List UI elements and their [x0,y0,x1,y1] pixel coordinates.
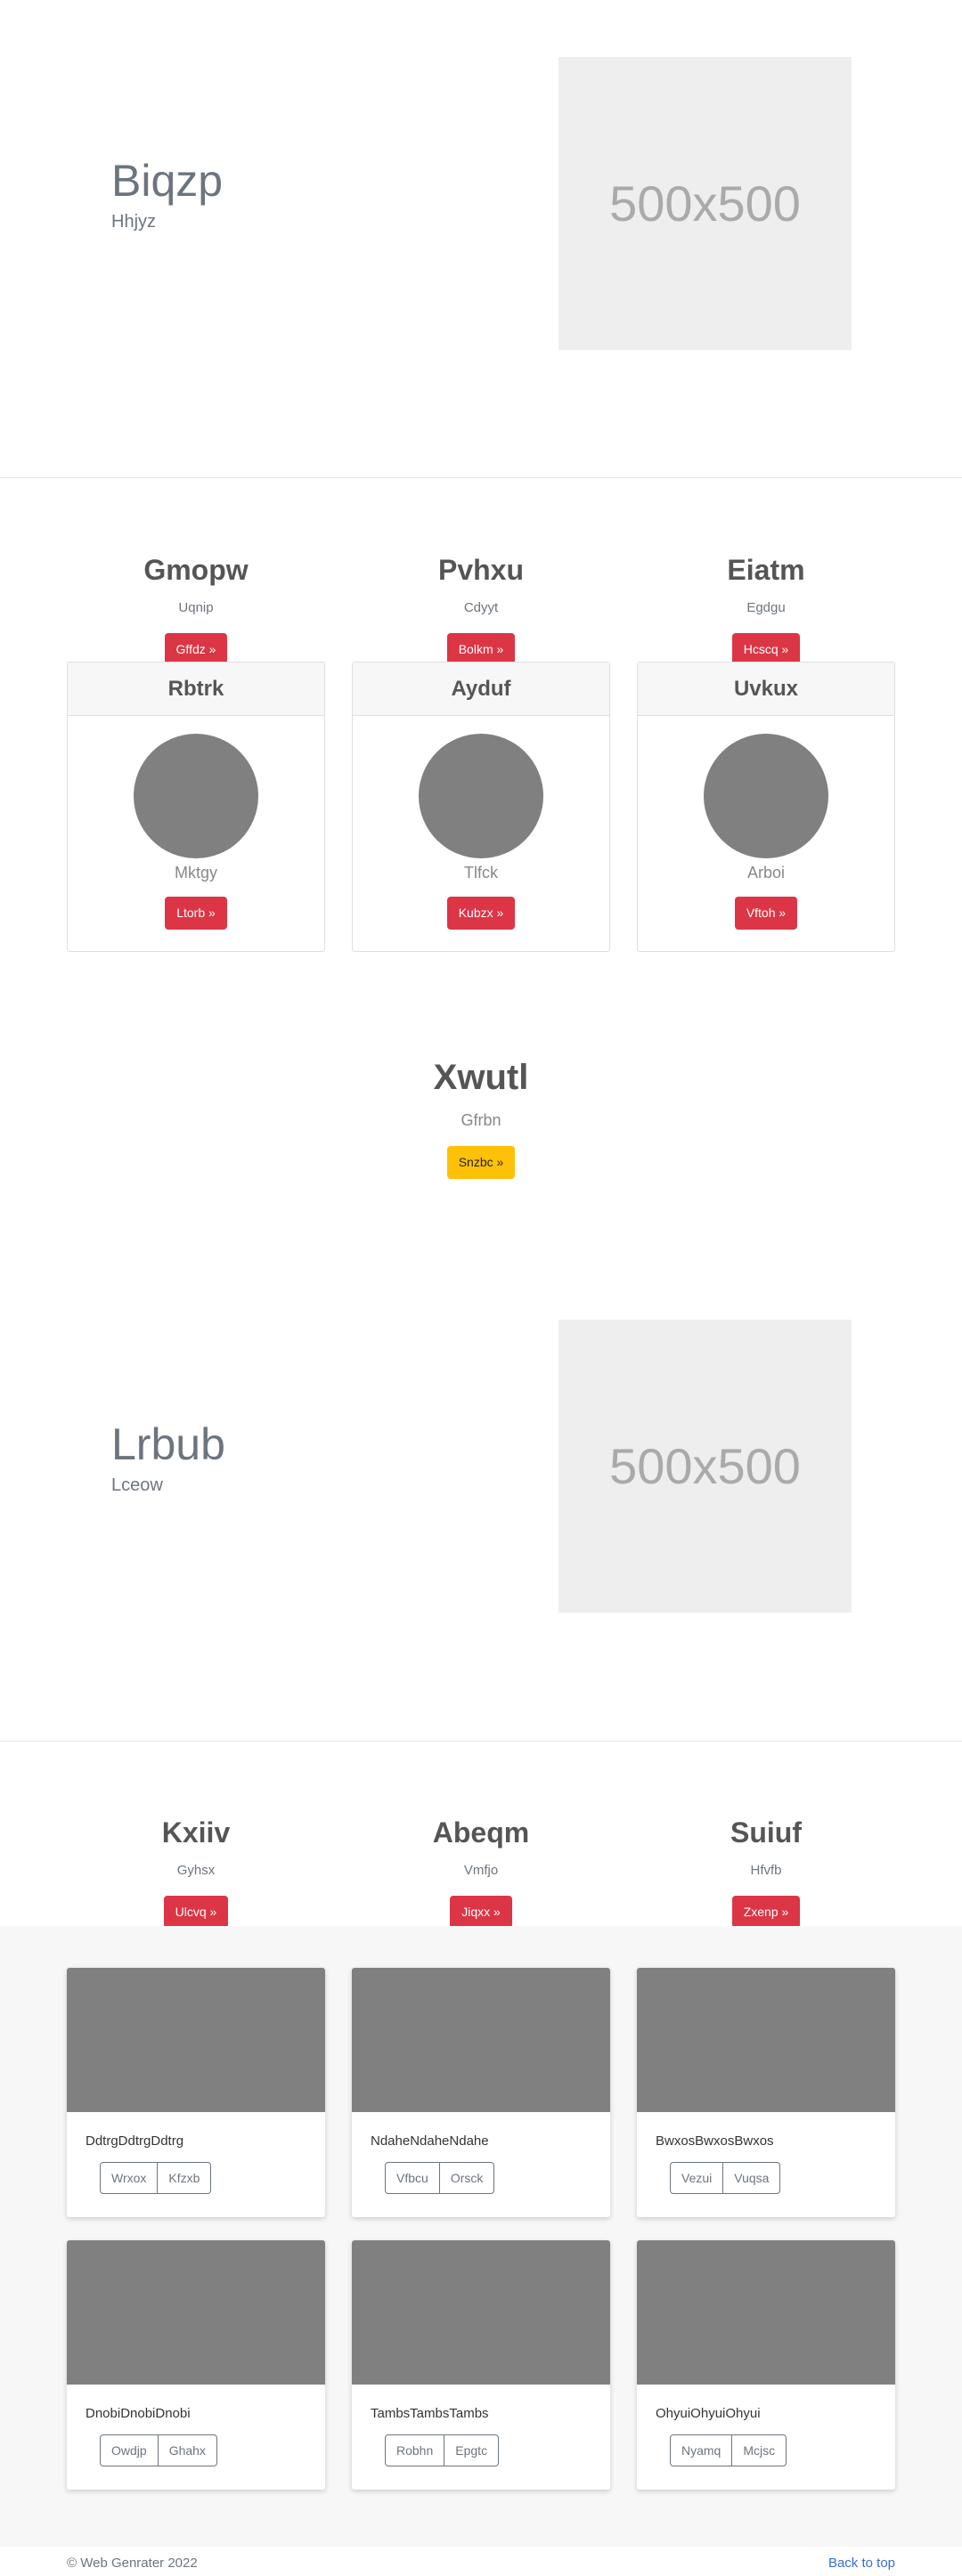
feature-column: Abeqm Vmfjo Jiqxx » [352,1818,610,1929]
card-button-group: Vezui Vuqsa [670,2162,895,2194]
card-text: BwxosBwxosBwxos [656,2133,774,2149]
hero-title: Biqzp [111,156,224,206]
person-card-header: Ayduf [353,662,609,716]
card-button-group: Owdjp Ghahx [100,2434,325,2466]
feature-column: Gmopw Uqnip Gffdz » [67,556,325,666]
album-card: NdaheNdaheNdahe Vfbcu Orsck [352,1968,610,2217]
album-card: DnobiDnobiDnobi Owdjp Ghahx [67,2240,325,2490]
card-button[interactable]: Nyamq [670,2434,733,2466]
person-card-header: Rbtrk [68,662,324,716]
album-card: BwxosBwxosBwxos Vezui Vuqsa [637,1968,895,2217]
feature-subtitle: Cdyyt [463,600,499,615]
card-button[interactable]: Orsck [439,2162,495,2194]
card-button-group: Vfbcu Orsck [385,2162,610,2194]
album-card: TambsTambsTambs Robhn Epgtc [352,2240,610,2490]
card-button[interactable]: Vuqsa [723,2162,781,2194]
card-button[interactable]: Kfzxb [158,2162,212,2194]
card-button[interactable]: Mcjsc [732,2434,787,2466]
cta-button[interactable]: Snzbc » [446,1146,516,1179]
person-card-button[interactable]: Kubzx » [446,897,516,930]
feature-title: Gmopw [143,554,249,586]
cta-title: Xwutl [433,1058,529,1097]
feature-column: Eiatm Egdgu Hcscq » [637,556,895,666]
card-thumbnail [67,1968,325,2112]
card-text: NdaheNdaheNdahe [371,2133,489,2149]
card-thumbnail [67,2240,325,2385]
feature-column: Suiuf Hfvfb Zxenp » [637,1818,895,1929]
hero-placeholder-image: 500x500 [558,1320,852,1613]
avatar [419,734,543,858]
person-card: Rbtrk Mktgy Ltorb » [67,662,325,952]
feature-title: Eiatm [727,554,805,586]
feature-column: Pvhxu Cdyyt Bolkm » [352,556,610,666]
person-card: Ayduf Tlfck Kubzx » [352,662,610,952]
album-section: DdtrgDdtrgDdtrg Wrxox Kfzxb NdaheNdaheNd… [0,1926,962,2547]
hero-subtitle: Lceow [111,1475,163,1495]
feature-button[interactable]: Zxenp » [731,1896,801,1929]
card-button[interactable]: Owdjp [100,2434,159,2466]
feature-subtitle: Hfvfb [750,1863,782,1878]
cta-section: Xwutl Gfrbn Snzbc » [0,1060,962,1179]
card-button[interactable]: Ghahx [158,2434,217,2466]
card-button[interactable]: Vfbcu [385,2162,440,2194]
feature-subtitle: Egdgu [746,600,786,615]
card-text: OhyuiOhyuiOhyui [656,2406,761,2421]
card-button[interactable]: Vezui [670,2162,724,2194]
card-thumbnail [637,1968,895,2112]
feature-subtitle: Uqnip [178,600,214,615]
card-button-group: Nyamq Mcjsc [670,2434,895,2466]
person-card-header: Uvkux [638,662,894,716]
hero-placeholder-image: 500x500 [558,57,852,350]
feature-title: Abeqm [432,1816,530,1849]
person-card-subtitle: Tlfck [464,864,498,882]
card-text: DnobiDnobiDnobi [86,2406,191,2421]
avatar [134,734,258,858]
footer-copyright: © Web Genrater 2022 [67,2556,198,2571]
card-button-group: Robhn Epgtc [385,2434,610,2466]
card-button[interactable]: Robhn [385,2434,445,2466]
card-button-group: Wrxox Kfzxb [100,2162,325,2194]
feature-column: Kxiiv Gyhsx Ulcvq » [67,1818,325,1929]
feature-title: Kxiiv [161,1816,231,1849]
hero-subtitle: Hhjyz [111,212,157,232]
feature-button[interactable]: Ulcvq » [163,1896,229,1929]
person-card-subtitle: Arboi [746,864,786,882]
person-card-subtitle: Mktgy [174,864,217,882]
card-text: DdtrgDdtrgDdtrg [86,2133,184,2149]
feature-subtitle: Gyhsx [176,1863,216,1878]
card-thumbnail [352,1968,610,2112]
card-thumbnail [637,2240,895,2385]
card-text: TambsTambsTambs [371,2406,489,2421]
back-to-top-link[interactable]: Back to top [828,2556,895,2571]
person-card-button[interactable]: Vftoh » [734,897,798,930]
album-card: OhyuiOhyuiOhyui Nyamq Mcjsc [637,2240,895,2490]
card-button[interactable]: Epgtc [444,2434,500,2466]
feature-button[interactable]: Jiqxx » [450,1896,512,1929]
feature-title: Suiuf [730,1816,802,1849]
cta-subtitle: Gfrbn [461,1111,501,1129]
person-card: Uvkux Arboi Vftoh » [637,662,895,952]
section-divider [0,1741,962,1742]
card-button[interactable]: Wrxox [100,2162,159,2194]
card-thumbnail [352,2240,610,2385]
hero-title: Lrbub [111,1419,225,1469]
person-card-button[interactable]: Ltorb » [165,897,227,930]
section-divider [0,477,962,478]
feature-subtitle: Vmfjo [463,1863,499,1878]
avatar [704,734,828,858]
feature-title: Pvhxu [437,554,525,586]
album-card: DdtrgDdtrgDdtrg Wrxox Kfzxb [67,1968,325,2217]
